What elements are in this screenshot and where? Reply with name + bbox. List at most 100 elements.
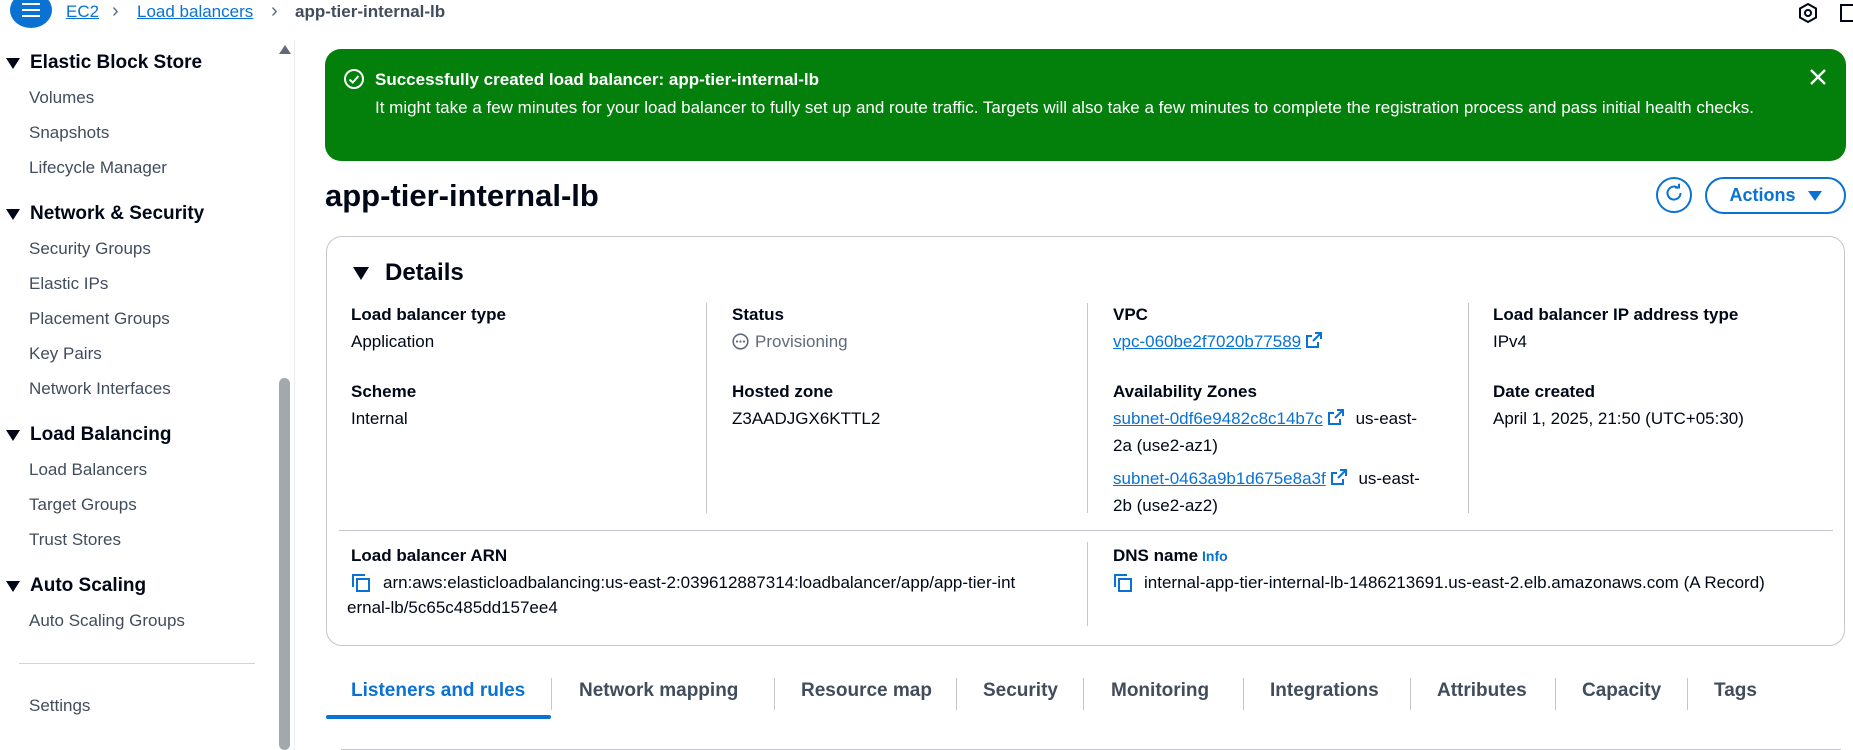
scroll-up-arrow-icon[interactable]	[279, 45, 291, 54]
external-link-icon[interactable]	[1305, 331, 1323, 356]
scheme-label: Scheme	[351, 382, 417, 401]
flash-title-prefix: Successfully created load balancer:	[375, 70, 669, 89]
scheme-value: Internal	[351, 409, 408, 428]
sidebar-item-lifecycle-manager[interactable]: Lifecycle Manager	[29, 158, 167, 178]
sidebar-item-placement-groups[interactable]: Placement Groups	[29, 309, 170, 329]
status-text: Provisioning	[755, 332, 848, 351]
column-divider	[1087, 542, 1088, 626]
arn-line: ernal-lb/5c65c485dd157ee4	[347, 598, 558, 617]
arn-line: arn:aws:elasticloadbalancing:us-east-2:0…	[383, 573, 1016, 592]
tab-separator	[956, 678, 957, 710]
pending-icon	[732, 333, 749, 350]
hosted-zone-label: Hosted zone	[732, 382, 834, 401]
dns-label-text: DNS name	[1113, 546, 1199, 565]
tab-capacity[interactable]: Capacity	[1582, 680, 1661, 702]
actions-label: Actions	[1729, 185, 1796, 205]
sidebar-section-ebs[interactable]: Elastic Block Store	[6, 52, 202, 74]
info-link[interactable]: Info	[1202, 548, 1228, 564]
sidebar-scrollbar[interactable]	[279, 378, 290, 750]
top-bar: EC2 › Load balancers › app-tier-internal…	[0, 0, 1853, 29]
caret-down-icon	[1807, 190, 1822, 201]
az-entry: subnet-0df6e9482c8c14b7c us-east- 2a (us…	[1113, 406, 1443, 458]
row-divider	[339, 530, 1833, 531]
az-zone-text: 2b (use2-az2)	[1113, 496, 1218, 515]
sidebar-item-snapshots[interactable]: Snapshots	[29, 123, 109, 143]
success-flash: Successfully created load balancer: app-…	[325, 49, 1846, 161]
sidebar-item-security-groups[interactable]: Security Groups	[29, 239, 151, 259]
tab-integrations[interactable]: Integrations	[1270, 680, 1379, 702]
tab-separator	[1687, 678, 1688, 710]
tab-tags[interactable]: Tags	[1714, 680, 1757, 702]
column-divider	[706, 303, 707, 513]
column-divider	[1087, 303, 1088, 513]
sidebar-item-volumes[interactable]: Volumes	[29, 88, 94, 108]
caret-down-icon	[6, 580, 20, 592]
arn-value: arn:aws:elasticloadbalancing:us-east-2:0…	[347, 570, 1047, 620]
az-label: Availability Zones	[1113, 382, 1257, 401]
status-value: Provisioning	[732, 329, 848, 354]
dns-label: DNS name Info	[1113, 546, 1228, 566]
sidebar-section-network-security[interactable]: Network & Security	[6, 203, 204, 225]
tab-listeners-and-rules[interactable]: Listeners and rules	[351, 680, 525, 702]
sidebar-item-target-groups[interactable]: Target Groups	[29, 495, 137, 515]
details-header[interactable]: Details	[353, 259, 464, 287]
sidebar-item-network-interfaces[interactable]: Network Interfaces	[29, 379, 171, 399]
external-link-icon[interactable]	[1327, 408, 1345, 433]
flash-title-name: app-tier-internal-lb	[668, 70, 820, 89]
flash-message: It might take a few minutes for your loa…	[375, 98, 1754, 117]
az-entry: subnet-0463a9b1d675e8a3f us-east- 2b (us…	[1113, 466, 1443, 518]
sidebar-item-auto-scaling-groups[interactable]: Auto Scaling Groups	[29, 611, 185, 631]
caret-down-icon	[6, 429, 20, 441]
sidebar-item-trust-stores[interactable]: Trust Stores	[29, 530, 121, 550]
ip-type-label: Load balancer IP address type	[1493, 305, 1739, 324]
hexagon-settings-icon[interactable]	[1797, 2, 1819, 29]
chevron-right-icon: ›	[112, 0, 119, 22]
sidebar-border	[294, 40, 295, 750]
close-icon[interactable]	[1808, 67, 1828, 92]
sidebar-item-elastic-ips[interactable]: Elastic IPs	[29, 274, 108, 294]
page-title: app-tier-internal-lb	[325, 178, 599, 213]
active-tab-indicator	[326, 715, 551, 719]
actions-dropdown-button[interactable]: Actions	[1705, 177, 1846, 214]
breadcrumb-load-balancers[interactable]: Load balancers	[137, 2, 253, 22]
status-label: Status	[732, 305, 784, 324]
az-zone-text: 2a (use2-az1)	[1113, 436, 1218, 455]
breadcrumb-ec2[interactable]: EC2	[66, 2, 99, 22]
menu-icon[interactable]	[10, 0, 52, 28]
tab-separator	[1083, 678, 1084, 710]
vpc-link[interactable]: vpc-060be2f7020b77589	[1113, 332, 1301, 351]
tab-monitoring[interactable]: Monitoring	[1111, 680, 1209, 702]
tab-separator	[774, 678, 775, 710]
lb-type-value: Application	[351, 332, 435, 351]
caret-down-icon	[353, 266, 369, 280]
sidebar-section-label: Auto Scaling	[30, 575, 147, 596]
tab-separator	[1243, 678, 1244, 710]
sidebar-section-auto-scaling[interactable]: Auto Scaling	[6, 575, 146, 597]
sidebar-item-key-pairs[interactable]: Key Pairs	[29, 344, 102, 364]
sidebar: Elastic Block Store Volumes Snapshots Li…	[0, 30, 278, 750]
refresh-icon	[1663, 182, 1685, 209]
sidebar-section-label: Network & Security	[30, 203, 205, 224]
sidebar-item-load-balancers[interactable]: Load Balancers	[29, 460, 147, 480]
sidebar-section-label: Load Balancing	[30, 424, 172, 445]
page-icon[interactable]	[1840, 2, 1853, 29]
refresh-button[interactable]	[1656, 177, 1692, 213]
sidebar-section-load-balancing[interactable]: Load Balancing	[6, 424, 171, 446]
az-zone-text: us-east-	[1355, 409, 1417, 428]
hosted-zone-value: Z3AADJGX6KTTL2	[732, 409, 881, 428]
chevron-right-icon: ›	[271, 0, 278, 22]
check-circle-icon	[343, 68, 365, 95]
tab-attributes[interactable]: Attributes	[1437, 680, 1527, 702]
external-link-icon[interactable]	[1330, 468, 1348, 493]
copy-icon[interactable]	[1113, 573, 1133, 598]
tab-security[interactable]: Security	[983, 680, 1058, 702]
column-divider	[1468, 303, 1469, 513]
az-zone-text: us-east-	[1358, 469, 1420, 488]
tab-resource-map[interactable]: Resource map	[801, 680, 932, 702]
tab-network-mapping[interactable]: Network mapping	[579, 680, 738, 702]
subnet-link[interactable]: subnet-0df6e9482c8c14b7c	[1113, 409, 1323, 428]
vpc-label: VPC	[1113, 305, 1148, 324]
sidebar-item-settings[interactable]: Settings	[29, 696, 90, 716]
subnet-link[interactable]: subnet-0463a9b1d675e8a3f	[1113, 469, 1326, 488]
lb-type-label: Load balancer type	[351, 305, 506, 324]
